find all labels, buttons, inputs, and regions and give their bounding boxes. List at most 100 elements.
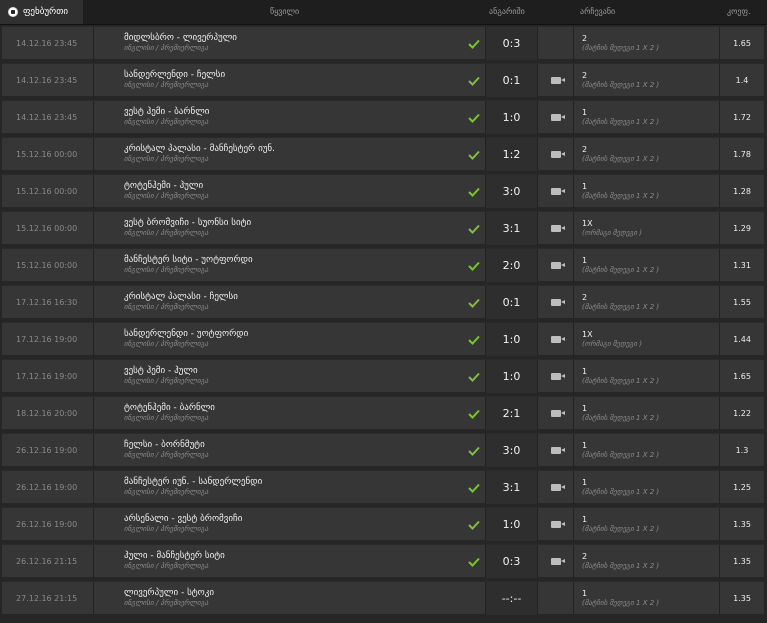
video-camera-icon[interactable]	[550, 521, 565, 528]
match-league: ინგლისი / პრემიერლიგა	[124, 192, 209, 200]
match-cell[interactable]: მიდლსბრო - ლივერპული ინგლისი / პრემიერლიგ…	[93, 27, 463, 60]
match-date: 15.12.16 00:00	[16, 187, 78, 196]
video-cell[interactable]	[537, 323, 573, 356]
status-cell	[463, 175, 485, 208]
video-cell[interactable]	[537, 249, 573, 282]
match-cell[interactable]: ვესტ ჰემი - ჰული ინგლისი / პრემიერლიგა	[93, 360, 463, 393]
video-camera-icon[interactable]	[550, 484, 565, 491]
match-score: 1:0	[485, 323, 537, 356]
video-cell[interactable]	[537, 508, 573, 541]
checkmark-icon	[468, 187, 480, 197]
video-cell[interactable]	[537, 545, 573, 578]
bet-type: (მატჩის შედეგი 1 X 2 )	[582, 562, 660, 570]
video-cell[interactable]	[537, 101, 573, 134]
table-row[interactable]: 17.12.16 16:30 კრისტალ პალასი - ჩელსი ინგლ…	[2, 285, 764, 319]
bet-coefficient: 1.31	[719, 249, 764, 282]
video-camera-icon[interactable]	[550, 151, 565, 158]
video-cell[interactable]	[537, 175, 573, 208]
tab-football[interactable]: ფეხბურთი	[0, 0, 83, 24]
video-camera-icon[interactable]	[550, 447, 565, 454]
match-teams[interactable]: ლივერპული - სტოკი	[124, 588, 463, 599]
checkmark-icon	[468, 39, 480, 49]
video-camera-icon[interactable]	[550, 262, 565, 269]
bet-cell: 1 (მატჩის შედეგი 1 X 2 )	[573, 249, 719, 282]
soccer-ball-icon	[8, 7, 18, 17]
match-cell[interactable]: ჩელსი - ბორნმუტი ინგლისი / პრემიერლიგა	[93, 434, 463, 467]
match-date: 26.12.16 21:15	[16, 557, 78, 566]
video-camera-icon[interactable]	[550, 558, 565, 565]
video-cell[interactable]	[537, 212, 573, 245]
table-row[interactable]: 17.12.16 19:00 სანდერლენდი - უოტფორდი ინგლ…	[2, 322, 764, 356]
match-score: 3:1	[485, 471, 537, 504]
video-cell[interactable]	[537, 471, 573, 504]
video-camera-icon[interactable]	[550, 373, 565, 380]
match-cell[interactable]: ვესტ ჰემი - ბარნლი ინგლისი / პრემიერლიგა	[93, 101, 463, 134]
match-teams[interactable]: მიდლსბრო - ლივერპული	[124, 33, 463, 44]
match-cell[interactable]: სანდერლენდი - ჩელსი ინგლისი / პრემიერლიგა	[93, 64, 463, 97]
video-camera-icon[interactable]	[550, 299, 565, 306]
video-cell[interactable]	[537, 286, 573, 319]
match-cell[interactable]: კრისტალ პალასი - მანჩესტერ იუნ. ინგლისი /…	[93, 138, 463, 171]
video-camera-icon[interactable]	[550, 410, 565, 417]
status-cell	[463, 360, 485, 393]
match-teams[interactable]: ვესტ ჰემი - ბარნლი	[124, 107, 463, 118]
table-row[interactable]: 17.12.16 19:00 ვესტ ჰემი - ჰული ინგლისი / …	[2, 359, 764, 393]
video-cell[interactable]	[537, 138, 573, 171]
match-teams[interactable]: ტოტენჰემი - ჰული	[124, 181, 463, 192]
bet-cell: 1X (ორმაგი შედეგი )	[573, 212, 719, 245]
match-cell[interactable]: ტოტენჰემი - ბარნლი ინგლისი / პრემიერლიგა	[93, 397, 463, 430]
table-row[interactable]: 26.12.16 19:00 მანჩესტერ იუნ. - სანდერლენ…	[2, 470, 764, 504]
match-cell[interactable]: მანჩესტერ სიტი - უოტფორდი ინგლისი / პრემი…	[93, 249, 463, 282]
header-bet: არჩევანი	[580, 7, 616, 16]
table-row[interactable]: 27.12.16 21:15 ლივერპული - სტოკი ინგლისი /…	[2, 581, 764, 615]
table-row[interactable]: 15.12.16 00:00 ტოტენჰემი - ჰული ინგლისი / …	[2, 174, 764, 208]
match-cell[interactable]: ტოტენჰემი - ჰული ინგლისი / პრემიერლიგა	[93, 175, 463, 208]
table-row[interactable]: 26.12.16 19:00 ჩელსი - ბორნმუტი ინგლისი / …	[2, 433, 764, 467]
match-teams[interactable]: ჩელსი - ბორნმუტი	[124, 440, 463, 451]
table-row[interactable]: 14.12.16 23:45 მიდლსბრო - ლივერპული ინგლის…	[2, 26, 764, 60]
match-teams[interactable]: კრისტალ პალასი - მანჩესტერ იუნ.	[124, 144, 463, 155]
match-cell[interactable]: კრისტალ პალასი - ჩელსი ინგლისი / პრემიერლ…	[93, 286, 463, 319]
video-camera-icon[interactable]	[550, 114, 565, 121]
table-row[interactable]: 18.12.16 20:00 ტოტენჰემი - ბარნლი ინგლისი …	[2, 396, 764, 430]
match-teams[interactable]: სანდერლენდი - უოტფორდი	[124, 329, 463, 340]
video-cell[interactable]	[537, 397, 573, 430]
match-teams[interactable]: მანჩესტერ სიტი - უოტფორდი	[124, 255, 463, 266]
match-teams[interactable]: არსენალი - ვესტ ბრომვიჩი	[124, 514, 463, 525]
match-cell[interactable]: ვესტ ბრომვიჩი - სუონსი სიტი ინგლისი / პრე…	[93, 212, 463, 245]
bet-cell: 1 (მატჩის შედეგი 1 X 2 )	[573, 397, 719, 430]
match-teams[interactable]: მანჩესტერ იუნ. - სანდერლენდი	[124, 477, 463, 488]
match-score: 1:0	[485, 101, 537, 134]
header-score: ანგარიში	[489, 7, 525, 16]
checkmark-icon	[468, 520, 480, 530]
video-cell[interactable]	[537, 64, 573, 97]
table-row[interactable]: 26.12.16 19:00 არსენალი - ვესტ ბრომვიჩი ინ…	[2, 507, 764, 541]
bet-pick: 1X	[582, 219, 593, 228]
table-row[interactable]: 15.12.16 00:00 კრისტალ პალასი - მანჩესტერ…	[2, 137, 764, 171]
video-cell[interactable]	[537, 360, 573, 393]
table-row[interactable]: 26.12.16 21:15 ჰული - მანჩესტერ სიტი ინგლი…	[2, 544, 764, 578]
match-teams[interactable]: ვესტ ჰემი - ჰული	[124, 366, 463, 377]
match-teams[interactable]: სანდერლენდი - ჩელსი	[124, 70, 463, 81]
bet-cell: 2 (მატჩის შედეგი 1 X 2 )	[573, 286, 719, 319]
video-camera-icon[interactable]	[550, 77, 565, 84]
match-teams[interactable]: კრისტალ პალასი - ჩელსი	[124, 292, 463, 303]
video-cell[interactable]	[537, 434, 573, 467]
match-date: 18.12.16 20:00	[16, 409, 78, 418]
match-cell[interactable]: არსენალი - ვესტ ბრომვიჩი ინგლისი / პრემიე…	[93, 508, 463, 541]
match-teams[interactable]: ტოტენჰემი - ბარნლი	[124, 403, 463, 414]
match-cell[interactable]: ჰული - მანჩესტერ სიტი ინგლისი / პრემიერლი…	[93, 545, 463, 578]
match-cell[interactable]: მანჩესტერ იუნ. - სანდერლენდი ინგლისი / პრ…	[93, 471, 463, 504]
match-cell[interactable]: ლივერპული - სტოკი ინგლისი / პრემიერლიგა	[93, 582, 463, 615]
match-teams[interactable]: ვესტ ბრომვიჩი - სუონსი სიტი	[124, 218, 463, 229]
video-camera-icon[interactable]	[550, 188, 565, 195]
video-camera-icon[interactable]	[550, 225, 565, 232]
table-row[interactable]: 15.12.16 00:00 მანჩესტერ სიტი - უოტფორდი ი…	[2, 248, 764, 282]
bet-coefficient: 1.35	[719, 582, 764, 615]
table-row[interactable]: 14.12.16 23:45 ვესტ ჰემი - ბარნლი ინგლისი …	[2, 100, 764, 134]
table-row[interactable]: 14.12.16 23:45 სანდერლენდი - ჩელსი ინგლისი…	[2, 63, 764, 97]
video-camera-icon[interactable]	[550, 336, 565, 343]
match-cell[interactable]: სანდერლენდი - უოტფორდი ინგლისი / პრემიერლ…	[93, 323, 463, 356]
table-row[interactable]: 15.12.16 00:00 ვესტ ბრომვიჩი - სუონსი სიტ…	[2, 211, 764, 245]
match-teams[interactable]: ჰული - მანჩესტერ სიტი	[124, 551, 463, 562]
